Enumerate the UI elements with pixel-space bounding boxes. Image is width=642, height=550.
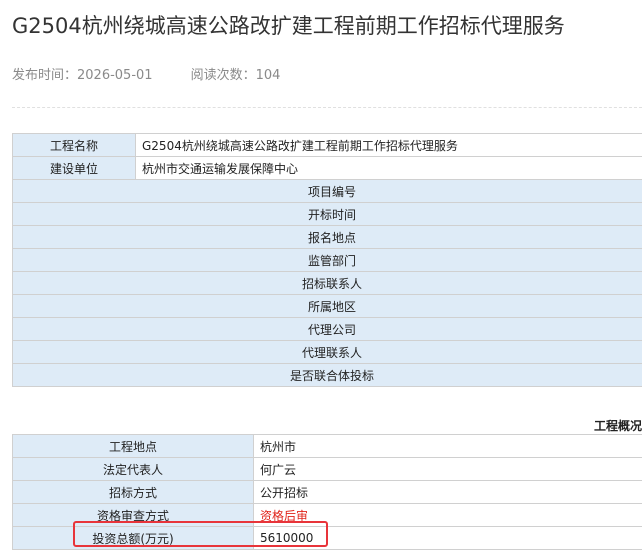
- builder-label: 建设单位: [12, 156, 136, 180]
- table-row: 法定代表人 何广云: [12, 457, 642, 481]
- location-label: 工程地点: [12, 434, 254, 458]
- table-row: 代理公司: [12, 317, 642, 341]
- tender-contact-label: 招标联系人: [12, 271, 642, 295]
- supervising-dept-label: 监管部门: [12, 248, 642, 272]
- legal-rep-label: 法定代表人: [12, 457, 254, 481]
- project-overview-table: 工程地点 杭州市 法定代表人 何广云 招标方式 公开招标 资格审查方式 资格后审…: [12, 434, 642, 550]
- project-info-table: 工程名称 G2504杭州绕城高速公路改扩建工程前期工作招标代理服务 建设单位 杭…: [12, 133, 642, 387]
- total-investment-value: 5610000: [253, 526, 642, 550]
- table-row: 工程名称 G2504杭州绕城高速公路改扩建工程前期工作招标代理服务: [12, 133, 642, 157]
- project-name-label: 工程名称: [12, 133, 136, 157]
- view-count-label: 阅读次数：: [190, 68, 256, 83]
- table-row: 招标方式 公开招标: [12, 480, 642, 504]
- region-label: 所属地区: [12, 294, 642, 318]
- publish-date-label: 发布时间：: [12, 68, 78, 83]
- table-row: 项目编号: [12, 179, 642, 203]
- qualification-review-value: 资格后审: [253, 503, 642, 527]
- announcement-page: G2504杭州绕城高速公路改扩建工程前期工作招标代理服务 发布时间：2026-0…: [0, 0, 642, 550]
- table-row: 投资总额(万元) 5610000: [12, 526, 642, 550]
- table-row: 资格审查方式 资格后审: [12, 503, 642, 527]
- table-row: 所属地区: [12, 294, 642, 318]
- table-row: 是否联合体投标: [12, 363, 642, 387]
- legal-rep-value: 何广云: [253, 457, 642, 481]
- builder-value: 杭州市交通运输发展保障中心: [135, 156, 642, 180]
- agency-contact-label: 代理联系人: [12, 340, 642, 364]
- tender-method-label: 招标方式: [12, 480, 254, 504]
- article-meta: 发布时间：2026-05-01 阅读次数：104: [12, 64, 280, 83]
- page-title: G2504杭州绕城高速公路改扩建工程前期工作招标代理服务: [12, 14, 565, 38]
- publish-date: 2026-05-01: [77, 68, 153, 83]
- bid-open-time-label: 开标时间: [12, 202, 642, 226]
- table-row: 工程地点 杭州市: [12, 434, 642, 458]
- qualification-review-label: 资格审查方式: [12, 503, 254, 527]
- divider: [12, 107, 642, 108]
- table-row: 代理联系人: [12, 340, 642, 364]
- table-row: 开标时间: [12, 202, 642, 226]
- consortium-bid-label: 是否联合体投标: [12, 363, 642, 387]
- project-number-label: 项目编号: [12, 179, 642, 203]
- project-name-value: G2504杭州绕城高速公路改扩建工程前期工作招标代理服务: [135, 133, 642, 157]
- location-value: 杭州市: [253, 434, 642, 458]
- tender-method-value: 公开招标: [253, 480, 642, 504]
- table-row: 报名地点: [12, 225, 642, 249]
- agency-label: 代理公司: [12, 317, 642, 341]
- total-investment-label: 投资总额(万元): [12, 526, 254, 550]
- registration-place-label: 报名地点: [12, 225, 642, 249]
- table-row: 监管部门: [12, 248, 642, 272]
- view-count: 104: [255, 68, 281, 83]
- table-row: 招标联系人: [12, 271, 642, 295]
- table-row: 建设单位 杭州市交通运输发展保障中心: [12, 156, 642, 180]
- overview-section-title: 工程概况: [593, 419, 642, 433]
